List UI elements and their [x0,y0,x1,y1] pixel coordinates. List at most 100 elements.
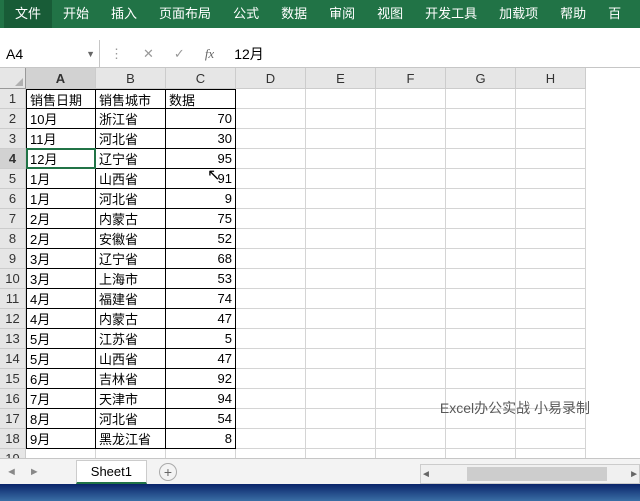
cell-A14[interactable]: 5月 [26,349,96,369]
ribbon-tab-加载项[interactable]: 加载项 [488,0,549,28]
cell-E15[interactable] [306,369,376,389]
cell-G7[interactable] [446,209,516,229]
cell-E12[interactable] [306,309,376,329]
cell-C13[interactable]: 5 [166,329,236,349]
cell-G9[interactable] [446,249,516,269]
cell-G3[interactable] [446,129,516,149]
cell-D8[interactable] [236,229,306,249]
row-header-2[interactable]: 2 [0,109,26,129]
cell-G8[interactable] [446,229,516,249]
cell-C3[interactable]: 30 [166,129,236,149]
row-header-13[interactable]: 13 [0,329,26,349]
cell-G18[interactable] [446,429,516,449]
cell-B10[interactable]: 上海市 [96,269,166,289]
row-header-12[interactable]: 12 [0,309,26,329]
cell-D12[interactable] [236,309,306,329]
cell-A15[interactable]: 6月 [26,369,96,389]
row-header-7[interactable]: 7 [0,209,26,229]
col-header-D[interactable]: D [236,68,306,89]
cell-H6[interactable] [516,189,586,209]
cell-A6[interactable]: 1月 [26,189,96,209]
cell-D15[interactable] [236,369,306,389]
cell-C5[interactable]: 91 [166,169,236,189]
row-header-3[interactable]: 3 [0,129,26,149]
cell-D4[interactable] [236,149,306,169]
cell-A18[interactable]: 9月 [26,429,96,449]
row-header-10[interactable]: 10 [0,269,26,289]
enter-check-icon[interactable]: ✓ [164,46,195,62]
cell-B3[interactable]: 河北省 [96,129,166,149]
col-header-C[interactable]: C [166,68,236,89]
cell-H3[interactable] [516,129,586,149]
cell-E18[interactable] [306,429,376,449]
chevron-down-icon[interactable]: ▼ [86,49,95,59]
cell-E3[interactable] [306,129,376,149]
cell-C18[interactable]: 8 [166,429,236,449]
cell-C1[interactable]: 数据 [166,89,236,109]
cell-A11[interactable]: 4月 [26,289,96,309]
cell-D10[interactable] [236,269,306,289]
cell-B4[interactable]: 辽宁省 [96,149,166,169]
cell-B7[interactable]: 内蒙古 [96,209,166,229]
cell-D1[interactable] [236,89,306,109]
cell-A17[interactable]: 8月 [26,409,96,429]
cell-E1[interactable] [306,89,376,109]
cell-H18[interactable] [516,429,586,449]
cell-G10[interactable] [446,269,516,289]
row-header-9[interactable]: 9 [0,249,26,269]
cell-B2[interactable]: 浙江省 [96,109,166,129]
cell-F12[interactable] [376,309,446,329]
cell-E8[interactable] [306,229,376,249]
cell-C17[interactable]: 54 [166,409,236,429]
cell-F2[interactable] [376,109,446,129]
cell-H9[interactable] [516,249,586,269]
cell-G13[interactable] [446,329,516,349]
cell-B13[interactable]: 江苏省 [96,329,166,349]
row-header-14[interactable]: 14 [0,349,26,369]
ribbon-tab-视图[interactable]: 视图 [366,0,414,28]
cell-B8[interactable]: 安徽省 [96,229,166,249]
cell-C14[interactable]: 47 [166,349,236,369]
cell-G14[interactable] [446,349,516,369]
col-header-A[interactable]: A [26,68,96,89]
cell-H7[interactable] [516,209,586,229]
horizontal-scrollbar[interactable]: ◄ ► [420,464,640,484]
cell-F8[interactable] [376,229,446,249]
cell-C11[interactable]: 74 [166,289,236,309]
cell-A10[interactable]: 3月 [26,269,96,289]
cell-B15[interactable]: 吉林省 [96,369,166,389]
scroll-thumb[interactable] [467,467,607,481]
cell-H5[interactable] [516,169,586,189]
col-header-G[interactable]: G [446,68,516,89]
cell-F1[interactable] [376,89,446,109]
row-header-5[interactable]: 5 [0,169,26,189]
sheet-area[interactable]: 12345678910111213141516171819 ABCDEFGH销售… [0,68,640,473]
cell-H15[interactable] [516,369,586,389]
cell-F9[interactable] [376,249,446,269]
col-header-H[interactable]: H [516,68,586,89]
cell-D3[interactable] [236,129,306,149]
cell-D9[interactable] [236,249,306,269]
cancel-icon[interactable]: ⋮ [100,46,133,62]
cell-G6[interactable] [446,189,516,209]
ribbon-tab-帮助[interactable]: 帮助 [549,0,597,28]
cell-E14[interactable] [306,349,376,369]
cell-D16[interactable] [236,389,306,409]
cell-E16[interactable] [306,389,376,409]
cell-B1[interactable]: 销售城市 [96,89,166,109]
cell-A2[interactable]: 10月 [26,109,96,129]
cell-H4[interactable] [516,149,586,169]
formula-input[interactable]: 12月 [224,40,640,67]
cell-D5[interactable] [236,169,306,189]
cell-E11[interactable] [306,289,376,309]
col-header-B[interactable]: B [96,68,166,89]
cell-C7[interactable]: 75 [166,209,236,229]
cell-F13[interactable] [376,329,446,349]
scroll-left-icon[interactable]: ◄ [421,469,431,480]
cell-D14[interactable] [236,349,306,369]
cell-C2[interactable]: 70 [166,109,236,129]
cell-D13[interactable] [236,329,306,349]
cell-D7[interactable] [236,209,306,229]
cell-H10[interactable] [516,269,586,289]
ribbon-tab-数据[interactable]: 数据 [270,0,318,28]
